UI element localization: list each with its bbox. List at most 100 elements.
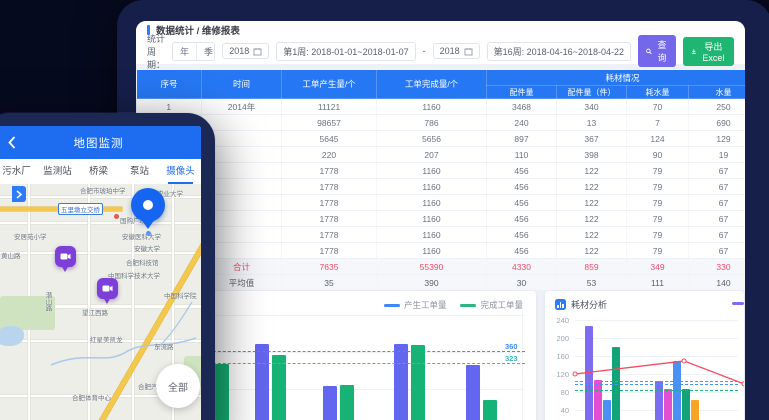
col-subheader-3: 耗水量: [627, 86, 689, 99]
phone-tab-泵站[interactable]: 泵站: [119, 159, 160, 184]
map-label: 合肥科技馆: [126, 257, 159, 267]
y-tick-label: 200: [547, 334, 569, 343]
bar-完成工单量: [411, 345, 425, 420]
legend-item: 完成工单量: [460, 299, 523, 311]
col-header-consumables: 耗材情况: [487, 70, 746, 86]
phone-header: 地图监测: [0, 126, 201, 159]
from-week-input[interactable]: 第1周: 2018-01-01~2018-01-07: [276, 42, 415, 61]
table-cell: 5645: [282, 131, 377, 147]
table-cell: 122: [557, 179, 627, 195]
table-cell: 859: [557, 259, 627, 275]
map-label: 安徽大学: [134, 243, 160, 253]
map-pin-marker[interactable]: [131, 188, 165, 222]
table-cell: 1778: [282, 163, 377, 179]
bar-完成工单量: [483, 400, 497, 420]
table-row: 9177811604561227967: [137, 227, 746, 243]
table-cell: 79: [627, 211, 689, 227]
from-year-select[interactable]: 2018: [222, 43, 269, 59]
table-cell: 129: [689, 131, 746, 147]
download-icon: [691, 47, 697, 56]
bar-完成工单量: [340, 385, 354, 420]
table-cell: 70: [627, 99, 689, 115]
bar-完成工单量: [272, 355, 286, 420]
table-cell: 1778: [282, 243, 377, 259]
table-cell: 1778: [282, 211, 377, 227]
from-week-value: 第1周: 2018-01-01~2018-01-07: [283, 45, 408, 58]
table-cell: 122: [557, 211, 627, 227]
table-cell: 98657: [282, 115, 377, 131]
map-view[interactable]: 合肥市琥珀中学安徽农业大学五里墩立交桥国购广场安徽医科大学安居苑小学安徽大学合肥…: [0, 184, 201, 420]
export-excel-button[interactable]: 导出Excel: [683, 37, 734, 66]
table-cell: 35: [282, 275, 377, 291]
table-cell: 456: [487, 195, 557, 211]
camera-icon: [60, 252, 71, 261]
table-cell: 207: [377, 147, 487, 163]
gridline: [575, 320, 738, 321]
consumables-chart-card: 耗材分析 2402001601208040: [545, 291, 744, 420]
table-cell: 456: [487, 211, 557, 227]
dashboard-window: 数据统计 / 维修报表 统计周期： 年季月周日 2018 第1周: 2018-0…: [136, 21, 745, 420]
bar-完成工单量: [215, 364, 229, 420]
bar-series-1: [594, 380, 602, 420]
reference-line: [575, 381, 738, 382]
table-average-row: 平均值353903053111140: [137, 275, 746, 291]
expand-panel-button[interactable]: [12, 186, 26, 202]
reference-line-label: 323: [505, 354, 518, 363]
phone-tab-摄像头[interactable]: 摄像头: [160, 159, 201, 184]
bar-series-4: [691, 400, 699, 420]
table-body: 12014年1112111603468340702502986577862401…: [137, 99, 746, 291]
table-cell: 53: [557, 275, 627, 291]
map-label: 望江西路: [82, 307, 108, 317]
table-cell: 79: [627, 179, 689, 195]
to-year-select[interactable]: 2018: [433, 43, 480, 59]
table-cell: 110: [487, 147, 557, 163]
gridline: [575, 338, 738, 339]
table-cell: 13: [557, 115, 627, 131]
query-button[interactable]: 查询: [638, 35, 676, 67]
reference-line: [575, 390, 738, 391]
table-cell: 67: [689, 211, 746, 227]
table-cell: 349: [627, 259, 689, 275]
table-cell: 140: [689, 275, 746, 291]
gridline: [575, 356, 738, 357]
table-row: 10177811604561227967: [137, 243, 746, 259]
back-chevron-icon[interactable]: [8, 136, 16, 154]
table-cell: 4330: [487, 259, 557, 275]
table-cell: 30: [487, 275, 557, 291]
table-cell: 456: [487, 227, 557, 243]
phone-page-title: 地图监测: [74, 135, 124, 151]
phone-tab-污水厂[interactable]: 污水厂: [0, 159, 37, 184]
table-cell: 456: [487, 243, 557, 259]
to-week-input[interactable]: 第16周: 2018-04-16~2018-04-22: [487, 42, 631, 61]
report-table: 序号 时间 工单产生量/个 工单完成量/个 耗材情况 配件量 配件量（件） 耗水…: [136, 69, 745, 291]
period-option-年[interactable]: 年: [173, 43, 196, 60]
col-subheader-1: 配件量: [487, 86, 557, 99]
bar-产生工单量: [323, 386, 337, 420]
table-cell: 1160: [377, 211, 487, 227]
phone-tab-监测站[interactable]: 监测站: [37, 159, 78, 184]
col-subheader-2: 配件量（件）: [557, 86, 627, 99]
table-cell: 124: [627, 131, 689, 147]
table-cell: 5656: [377, 131, 487, 147]
show-all-button[interactable]: 全部: [156, 364, 200, 408]
reference-line-label: 360: [505, 342, 518, 351]
camera-marker[interactable]: [97, 278, 118, 299]
table-cell: 67: [689, 243, 746, 259]
map-label: 东流路: [154, 341, 174, 351]
period-option-季[interactable]: 季: [196, 43, 215, 60]
table-cell: 690: [689, 115, 746, 131]
plot-right-border: [522, 311, 523, 420]
table-cell: 1160: [377, 195, 487, 211]
period-segment: 年季月周日: [172, 42, 215, 61]
table-cell: 240: [487, 115, 557, 131]
map-label: 红星美凯龙: [90, 334, 123, 344]
table-cell: 1160: [377, 99, 487, 115]
map-label: 潜山路: [42, 292, 52, 312]
phone-tab-桥梁[interactable]: 桥梁: [78, 159, 119, 184]
y-tick-label: 40: [547, 406, 569, 415]
table-cell: 1160: [377, 227, 487, 243]
camera-marker[interactable]: [55, 246, 76, 267]
map-label: 中国科学院: [164, 290, 197, 300]
table-cell: 786: [377, 115, 487, 131]
table-row: 356455656897367124129: [137, 131, 746, 147]
